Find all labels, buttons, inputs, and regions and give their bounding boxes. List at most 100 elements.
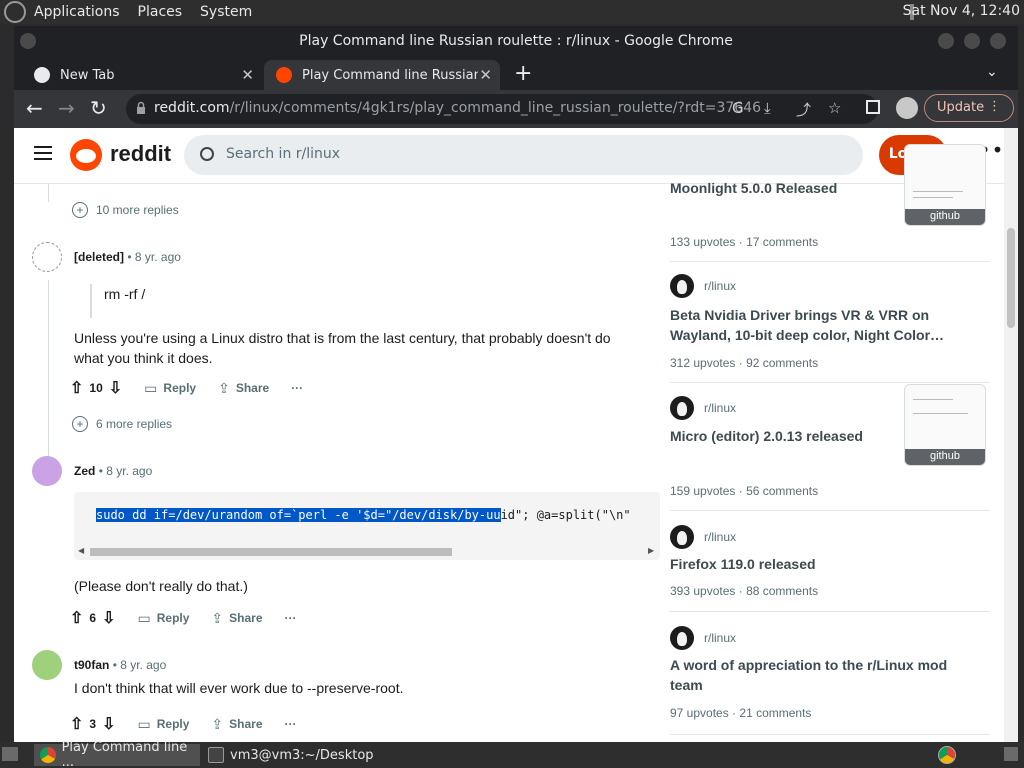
applications-menu[interactable]: Applications [34,4,120,20]
bookmark-star-icon[interactable]: ☆ [828,99,841,117]
tab-search-icon[interactable]: ⌄ [986,64,998,80]
share-button[interactable]: ⇪ Share [218,380,269,397]
back-button[interactable]: ← [26,96,43,120]
page-scroll-thumb[interactable] [1007,228,1015,328]
comment-author[interactable]: t90fan [74,658,109,672]
comment-meta: t90fan • 8 yr. ago [74,658,167,672]
upvote-icon[interactable]: ⇧ [70,714,83,734]
minimize-button[interactable] [938,33,954,49]
tab-new-tab[interactable]: New Tab ✕ [22,60,262,90]
downvote-icon[interactable]: ⇩ [102,608,115,628]
reddit-logo-icon[interactable] [70,139,102,171]
post-subreddit[interactable]: r/linux [670,396,736,420]
share-icon: ⇪ [218,379,230,396]
system-menu[interactable]: System [200,4,252,20]
search-placeholder: Search in r/linux [226,146,341,162]
comment-more-icon[interactable]: ··· [285,717,297,731]
update-button[interactable]: Update ⋮ [924,94,1014,122]
code-scroll-thumb[interactable] [90,548,452,556]
search-input[interactable]: Search in r/linux [184,135,863,175]
reply-button[interactable]: ▭ Reply [138,610,190,627]
post-thumbnail[interactable]: github [904,144,986,226]
comment-actions: ⇧ 6 ⇩ ▭ Reply ⇪ Share ··· [70,608,297,628]
close-tab-icon[interactable]: ✕ [479,66,492,84]
share-icon[interactable]: ⤴ [796,99,811,120]
post-subreddit[interactable]: r/linux [670,525,736,549]
share-button[interactable]: ⇪ Share [211,610,262,627]
comment-time[interactable]: 8 yr. ago [106,464,152,478]
workspace-switcher[interactable] [1004,747,1018,761]
upvote-icon[interactable]: ⇧ [70,608,83,628]
code-block[interactable]: sudo dd if=/dev/urandom of=`perl -e '$d=… [74,492,660,560]
show-desktop-icon[interactable] [2,747,18,761]
code-text[interactable]: sudo dd if=/dev/urandom of=`perl -e '$d=… [96,508,631,522]
vote-count: 10 [89,381,103,395]
code-scrollbar[interactable]: ◀ ▶ [78,546,656,556]
comment-more-icon[interactable]: ··· [291,381,303,395]
post-subreddit[interactable]: r/linux [670,274,736,298]
comment-time[interactable]: 8 yr. ago [120,658,166,672]
reddit-wordmark[interactable]: reddit [110,141,171,167]
tab-strip: New Tab ✕ Play Command line Russian ro ✕… [14,56,1018,90]
page-scrollbar[interactable] [1004,128,1018,742]
gnome-foot-icon[interactable] [4,1,26,23]
install-app-icon[interactable]: ⤓ [764,99,771,117]
close-tab-icon[interactable]: ✕ [241,66,254,84]
comment-author[interactable]: [deleted] [74,250,124,264]
post-title[interactable]: A word of appreciation to the r/Linux mo… [670,655,960,695]
comment-time[interactable]: 8 yr. ago [135,250,181,264]
clock[interactable]: Sat Nov 4, 12:40 [903,3,1020,19]
thread-line[interactable] [48,280,49,460]
post-title[interactable]: Beta Nvidia Driver brings VR & VRR on Wa… [670,305,960,345]
post-subreddit[interactable]: r/linux [670,626,736,650]
downvote-icon[interactable]: ⇩ [109,378,122,398]
upvote-icon[interactable]: ⇧ [70,378,83,398]
post-title[interactable]: Moonlight 5.0.0 Released [670,178,890,198]
forward-button[interactable]: → [58,96,75,120]
post-meta: 133 upvotes · 17 comments [670,235,819,249]
hamburger-menu-icon[interactable] [34,146,52,160]
reload-button[interactable]: ↻ [90,96,107,120]
expand-plus-icon: + [72,416,88,432]
new-tab-button[interactable]: + [514,61,532,86]
maximize-button[interactable] [964,33,980,49]
reply-icon: ▭ [137,715,151,732]
post-title[interactable]: Micro (editor) 2.0.13 released [670,426,890,446]
share-button[interactable]: ⇪ Share [211,716,262,733]
comment-actions: ⇧ 3 ⇩ ▭ Reply ⇪ Share ··· [70,714,297,734]
share-icon: ⇪ [211,715,224,732]
scroll-right-icon[interactable]: ▶ [648,546,654,555]
comment-meta: [deleted] • 8 yr. ago [74,250,181,264]
tab-label: New Tab [60,67,115,83]
comment-actions: ⇧ 10 ⇩ ▭ Reply ⇪ Share ··· [70,378,303,398]
reply-button[interactable]: ▭ Reply [138,716,190,733]
taskbar-item-terminal[interactable]: vm3@vm3:~/Desktop [202,744,402,766]
selected-code: sudo dd if=/dev/urandom of=`perl -e '$d=… [96,508,501,522]
reply-icon: ▭ [144,379,158,396]
thread-line [48,184,49,202]
google-lens-icon[interactable]: G [732,99,744,117]
scroll-left-icon[interactable]: ◀ [78,546,84,555]
site-info-icon[interactable] [136,100,146,114]
downvote-icon[interactable]: ⇩ [102,714,115,734]
more-replies-link[interactable]: + 10 more replies [72,202,179,218]
post-title[interactable]: Firefox 119.0 released [670,554,960,574]
tab-reddit[interactable]: Play Command line Russian ro ✕ [264,60,500,90]
taskbar-item-chrome[interactable]: Play Command line ... [34,740,200,768]
close-window-button[interactable] [990,33,1006,49]
post-thumbnail[interactable]: github [904,384,986,466]
kebab-menu-icon[interactable]: ⋮ [988,99,1001,114]
related-posts-sidebar: Moonlight 5.0.0 Released github 133 upvo… [670,144,990,742]
side-panel-icon[interactable] [866,100,880,114]
comment-author[interactable]: Zed [74,464,95,478]
reply-button[interactable]: ▭ Reply [144,380,196,397]
places-menu[interactable]: Places [138,4,183,20]
tux-icon [670,274,694,298]
profile-avatar[interactable] [896,97,918,119]
comment-more-icon[interactable]: ··· [285,611,297,625]
more-replies-link[interactable]: + 6 more replies [72,416,172,432]
address-bar[interactable]: reddit.com/r/linux/comments/4gk1rs/play_… [126,94,878,124]
chrome-launcher-icon[interactable] [938,746,956,764]
system-top-panel: Applications Places System Sat Nov 4, 12… [0,0,1024,24]
comment-body: I don't think that will ever work due to… [74,680,404,696]
